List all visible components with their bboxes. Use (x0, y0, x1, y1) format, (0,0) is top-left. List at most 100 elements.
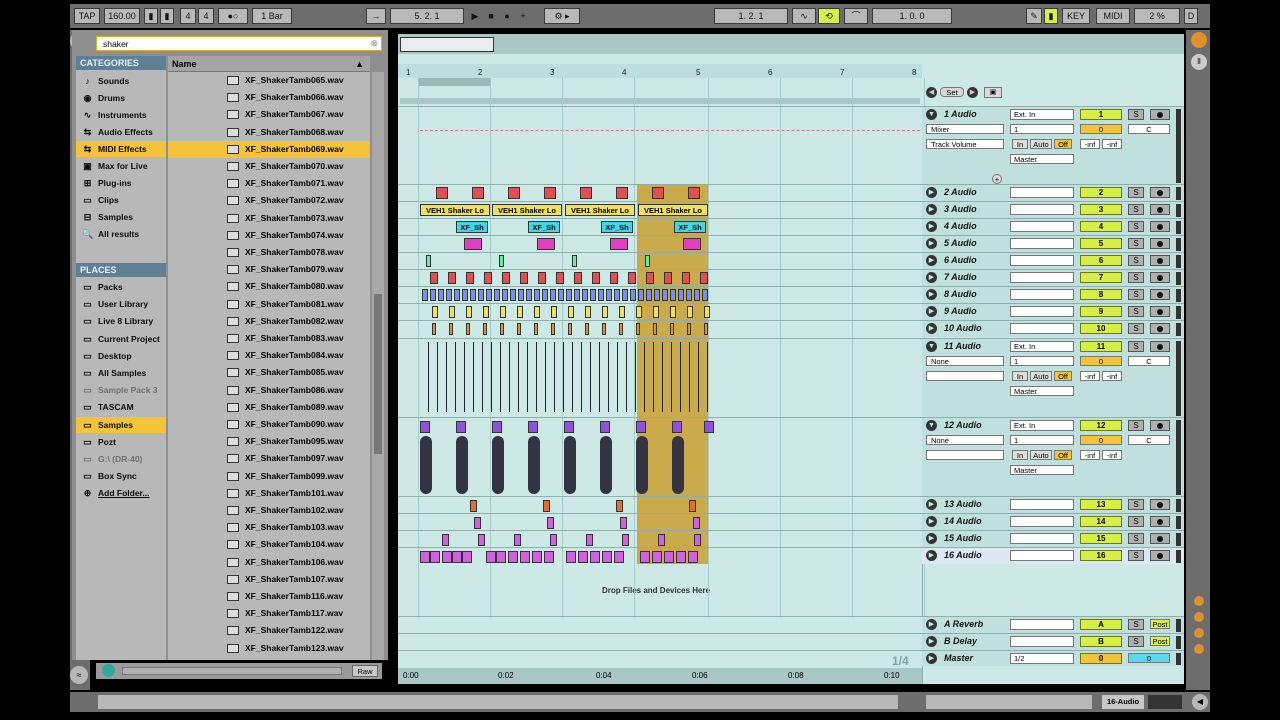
input-type-select[interactable] (1010, 306, 1074, 317)
clip-blue[interactable] (694, 289, 700, 301)
clip-yellow[interactable] (466, 306, 472, 318)
clip-blue[interactable] (574, 289, 580, 301)
track-activator[interactable]: 1 (1080, 109, 1122, 120)
clip-orange[interactable] (500, 323, 504, 335)
monitor-auto-button[interactable]: Auto (1030, 139, 1052, 149)
file-row[interactable]: XF_ShakerTamb085.wav (168, 364, 370, 381)
punch-icon[interactable]: ⌒ (844, 8, 868, 24)
time-ruler[interactable] (398, 668, 922, 684)
solo-button[interactable]: S (1128, 221, 1144, 232)
place-4[interactable]: ▭ Desktop (76, 348, 166, 364)
clip-yellow[interactable] (517, 306, 523, 318)
input-type-select[interactable] (1010, 204, 1074, 215)
place-3[interactable]: ▭ Current Project (76, 331, 166, 347)
clip-yellow[interactable] (619, 306, 625, 318)
track-volume[interactable]: 0 (1080, 124, 1122, 134)
clip-red-small[interactable] (592, 272, 600, 284)
output-select[interactable]: Master (1010, 154, 1074, 164)
clip-orange-13[interactable] (616, 500, 623, 512)
none-select[interactable]: None (926, 435, 1004, 445)
track-activator[interactable]: 16 (1080, 550, 1122, 561)
track-activator[interactable]: B (1080, 636, 1122, 647)
overview-window[interactable] (400, 37, 494, 52)
clip-15[interactable] (622, 534, 629, 546)
track-fold-icon[interactable]: ▶ (926, 221, 937, 232)
clip-yellow[interactable] (449, 306, 455, 318)
loop-brace[interactable] (418, 78, 490, 86)
arm-record-button[interactable] (1150, 499, 1170, 510)
track-name[interactable]: 2 Audio (944, 187, 977, 197)
output-select[interactable]: Master (1010, 386, 1074, 396)
clip-red-small[interactable] (520, 272, 528, 284)
clip-red-small[interactable] (628, 272, 636, 284)
file-row[interactable]: XF_ShakerTamb081.wav (168, 296, 370, 313)
tap-button[interactable]: TAP (74, 8, 100, 24)
mixer-select[interactable]: Mixer (926, 124, 1004, 134)
send-b-value[interactable]: -inf (1102, 450, 1122, 460)
clip-blue[interactable] (518, 289, 524, 301)
clip-16[interactable] (652, 551, 662, 563)
clip-blue[interactable] (550, 289, 556, 301)
post-button[interactable]: Post (1150, 636, 1170, 646)
monitor-off-button[interactable]: Off (1054, 139, 1072, 149)
clip-15[interactable] (442, 534, 449, 546)
clip-15[interactable] (478, 534, 485, 546)
clip-blue[interactable] (654, 289, 660, 301)
clip-v[interactable] (616, 187, 628, 199)
clip-red-small[interactable] (430, 272, 438, 284)
file-row[interactable]: XF_ShakerTamb067.wav (168, 106, 370, 123)
place-8[interactable]: ▭ Samples (76, 416, 166, 433)
clip-blue[interactable] (454, 289, 460, 301)
category-max-for-live[interactable]: ▣ Max for Live (76, 158, 166, 174)
clip-orange-13[interactable] (470, 500, 477, 512)
arm-record-button[interactable] (1150, 255, 1170, 266)
place-6[interactable]: ▭ Sample Pack 3 (76, 382, 166, 398)
track-name[interactable]: 3 Audio (944, 204, 977, 214)
file-row[interactable]: XF_ShakerTamb116.wav (168, 588, 370, 605)
browser-scrollbar[interactable] (372, 72, 384, 660)
clip-blue[interactable] (590, 289, 596, 301)
place-11[interactable]: ▭ Box Sync (76, 468, 166, 484)
lock-icon[interactable]: ▣ (984, 87, 1002, 98)
raw-button[interactable]: Raw (352, 665, 378, 677)
name-column-header[interactable]: Name ▲ (168, 56, 370, 72)
category-drums[interactable]: ◉ Drums (76, 90, 166, 106)
clip-16[interactable] (676, 551, 686, 563)
output-select[interactable]: 1/2 (1010, 653, 1074, 664)
solo-button[interactable]: S (1128, 306, 1144, 317)
track-activator[interactable]: 9 (1080, 306, 1122, 317)
clip-xf[interactable]: XF_Sh (456, 221, 488, 233)
clip-blue[interactable] (494, 289, 500, 301)
arm-record-button[interactable] (1150, 306, 1170, 317)
track-field[interactable] (926, 371, 1004, 381)
track-name[interactable]: 9 Audio (944, 306, 977, 316)
input-type-select[interactable] (1010, 516, 1074, 527)
solo-button[interactable]: S (1128, 238, 1144, 249)
track-volume[interactable]: 0 (1080, 435, 1122, 445)
clip-purple[interactable] (672, 421, 682, 433)
clip-orange[interactable] (602, 323, 606, 335)
clip-15[interactable] (514, 534, 521, 546)
metronome-icon[interactable]: ●○ (218, 8, 248, 24)
clip-yellow[interactable] (704, 306, 710, 318)
track-name[interactable]: 11 Audio (944, 341, 981, 351)
arm-record-button[interactable] (1150, 221, 1170, 232)
mixer-toggle-icon[interactable] (1194, 644, 1204, 654)
clip-blue[interactable] (670, 289, 676, 301)
clip-yellow[interactable] (653, 306, 659, 318)
clip-vehi[interactable]: VEH1 Shaker Lo (565, 204, 635, 216)
clip-red-small[interactable] (646, 272, 654, 284)
clip-16[interactable] (462, 551, 472, 563)
nudge-down-icon[interactable]: ▮ (144, 8, 158, 24)
clip-blue[interactable] (686, 289, 692, 301)
clip-yellow[interactable] (483, 306, 489, 318)
arm-record-button[interactable] (1150, 238, 1170, 249)
track-fold-icon[interactable]: ▼ (926, 109, 937, 120)
none-select[interactable]: None (926, 356, 1004, 366)
clip-blue[interactable] (422, 289, 428, 301)
clip-v[interactable] (580, 187, 592, 199)
track-fold-icon[interactable]: ▶ (926, 306, 937, 317)
clip-red-small[interactable] (700, 272, 708, 284)
clip-16[interactable] (420, 551, 430, 563)
clip-v[interactable] (688, 187, 700, 199)
